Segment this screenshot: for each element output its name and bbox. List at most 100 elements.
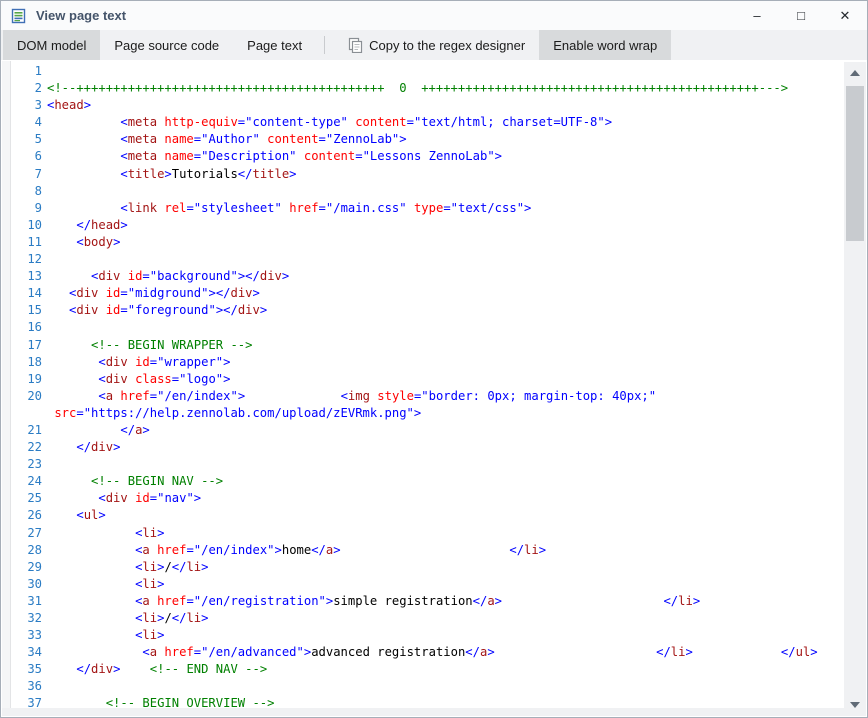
- line-number: 18: [11, 354, 45, 371]
- copy-pages-icon: [347, 37, 363, 53]
- scrollbar-thumb[interactable]: [846, 86, 864, 241]
- line-number: 17: [11, 337, 45, 354]
- code-row: 22 </div>: [11, 439, 866, 456]
- tab-page-text-label: Page text: [247, 38, 302, 53]
- code-row: 28 <a href="/en/index">home</a> </li>: [11, 542, 866, 559]
- code-line: <ul>: [45, 507, 106, 524]
- code-row: 14 <div id="midground"></div>: [11, 285, 866, 302]
- code-row: 26 <ul>: [11, 507, 866, 524]
- code-line: <div id="wrapper">: [45, 354, 231, 371]
- code-line: <meta name="Author" content="ZennoLab">: [45, 131, 407, 148]
- tab-page-text[interactable]: Page text: [233, 30, 316, 60]
- code-row: 23: [11, 456, 866, 473]
- code-line: <link rel="stylesheet" href="/main.css" …: [45, 200, 531, 217]
- code-line: <div id="background"></div>: [45, 268, 289, 285]
- code-row: 6 <meta name="Description" content="Less…: [11, 148, 866, 165]
- code-line: <meta name="Description" content="Lesson…: [45, 148, 502, 165]
- code-line: [45, 456, 47, 473]
- code-line: </a>: [45, 422, 150, 439]
- code-row: 2<!--+++++++++++++++++++++++++++++++++++…: [11, 80, 866, 97]
- line-number: 27: [11, 525, 45, 542]
- triangle-up-icon: [850, 70, 860, 76]
- code-row: 7 <title>Tutorials</title>: [11, 166, 866, 183]
- code-row: 34 <a href="/en/advanced">advanced regis…: [11, 644, 866, 661]
- code-row: 33 <li>: [11, 627, 866, 644]
- line-number: 25: [11, 490, 45, 507]
- code-line: src="https://help.zennolab.com/upload/zE…: [45, 405, 421, 422]
- code-row: 5 <meta name="Author" content="ZennoLab"…: [11, 131, 866, 148]
- code-line: <li>: [45, 576, 164, 593]
- tab-dom-model[interactable]: DOM model: [3, 30, 100, 60]
- line-number: 16: [11, 319, 45, 336]
- line-number: 7: [11, 166, 45, 183]
- code-line: [45, 678, 47, 695]
- code-line: <li>: [45, 525, 164, 542]
- line-number: 24: [11, 473, 45, 490]
- code-row: 35 </div> <!-- END NAV -->: [11, 661, 866, 678]
- code-line: </head>: [45, 217, 128, 234]
- code-line: <a href="/en/registration">simple regist…: [45, 593, 700, 610]
- line-number: 21: [11, 422, 45, 439]
- code-rows: 12<!--++++++++++++++++++++++++++++++++++…: [11, 61, 866, 716]
- enable-word-wrap-button[interactable]: Enable word wrap: [539, 30, 671, 60]
- page-text-editor[interactable]: 12<!--++++++++++++++++++++++++++++++++++…: [2, 61, 866, 716]
- line-number: 31: [11, 593, 45, 610]
- code-line: <li>/</li>: [45, 610, 209, 627]
- code-row: 8: [11, 183, 866, 200]
- window-title: View page text: [36, 8, 126, 23]
- minimize-button[interactable]: –: [735, 1, 779, 30]
- code-line: <div id="nav">: [45, 490, 201, 507]
- code-row: 3<head>: [11, 97, 866, 114]
- line-number: 3: [11, 97, 45, 114]
- code-line: [45, 319, 47, 336]
- line-number: 5: [11, 131, 45, 148]
- code-line: <li>: [45, 627, 164, 644]
- line-number: 30: [11, 576, 45, 593]
- code-row: 32 <li>/</li>: [11, 610, 866, 627]
- toolbar-separator: [324, 36, 325, 54]
- code-line: <!-- BEGIN NAV -->: [45, 473, 223, 490]
- line-number: 20: [11, 388, 45, 405]
- line-number: 15: [11, 302, 45, 319]
- code-row: 29 <li>/</li>: [11, 559, 866, 576]
- scrollbar-down-button[interactable]: [844, 694, 866, 716]
- line-number: 28: [11, 542, 45, 559]
- code-row: 19 <div class="logo">: [11, 371, 866, 388]
- view-page-text-window: View page text – □ ✕ DOM model Page sour…: [0, 0, 868, 718]
- code-line: <meta http-equiv="content-type" content=…: [45, 114, 612, 131]
- code-line: <a href="/en/index"> <img style="border:…: [45, 388, 656, 405]
- tab-dom-model-label: DOM model: [17, 38, 86, 53]
- code-row: 12: [11, 251, 866, 268]
- line-number: 26: [11, 507, 45, 524]
- copy-to-regex-designer-button[interactable]: Copy to the regex designer: [333, 30, 539, 60]
- line-number: 11: [11, 234, 45, 251]
- line-number: [11, 405, 45, 422]
- code-line: <!-- BEGIN WRAPPER -->: [45, 337, 252, 354]
- code-row: 20 <a href="/en/index"> <img style="bord…: [11, 388, 866, 405]
- tab-page-source-code[interactable]: Page source code: [100, 30, 233, 60]
- line-number: 33: [11, 627, 45, 644]
- copy-to-regex-designer-label: Copy to the regex designer: [369, 38, 525, 53]
- code-row: 21 </a>: [11, 422, 866, 439]
- line-number: 6: [11, 148, 45, 165]
- code-line: <a href="/en/advanced">advanced registra…: [45, 644, 818, 661]
- code-row: 17 <!-- BEGIN WRAPPER -->: [11, 337, 866, 354]
- line-number: 2: [11, 80, 45, 97]
- scrollbar-up-button[interactable]: [844, 62, 866, 84]
- code-line: </div> <!-- END NAV -->: [45, 661, 267, 678]
- enable-word-wrap-label: Enable word wrap: [553, 38, 657, 53]
- code-row: 11 <body>: [11, 234, 866, 251]
- code-row: 24 <!-- BEGIN NAV -->: [11, 473, 866, 490]
- triangle-down-icon: [850, 702, 860, 708]
- vertical-scrollbar[interactable]: [844, 62, 866, 716]
- code-line: </div>: [45, 439, 120, 456]
- code-line: <head>: [45, 97, 91, 114]
- line-number: 14: [11, 285, 45, 302]
- maximize-button[interactable]: □: [779, 1, 823, 30]
- title-bar[interactable]: View page text – □ ✕: [1, 1, 867, 30]
- line-number: 1: [11, 63, 45, 80]
- close-button[interactable]: ✕: [823, 1, 867, 30]
- page-text-icon: [11, 8, 27, 24]
- code-line: <li>/</li>: [45, 559, 209, 576]
- code-row: 36: [11, 678, 866, 695]
